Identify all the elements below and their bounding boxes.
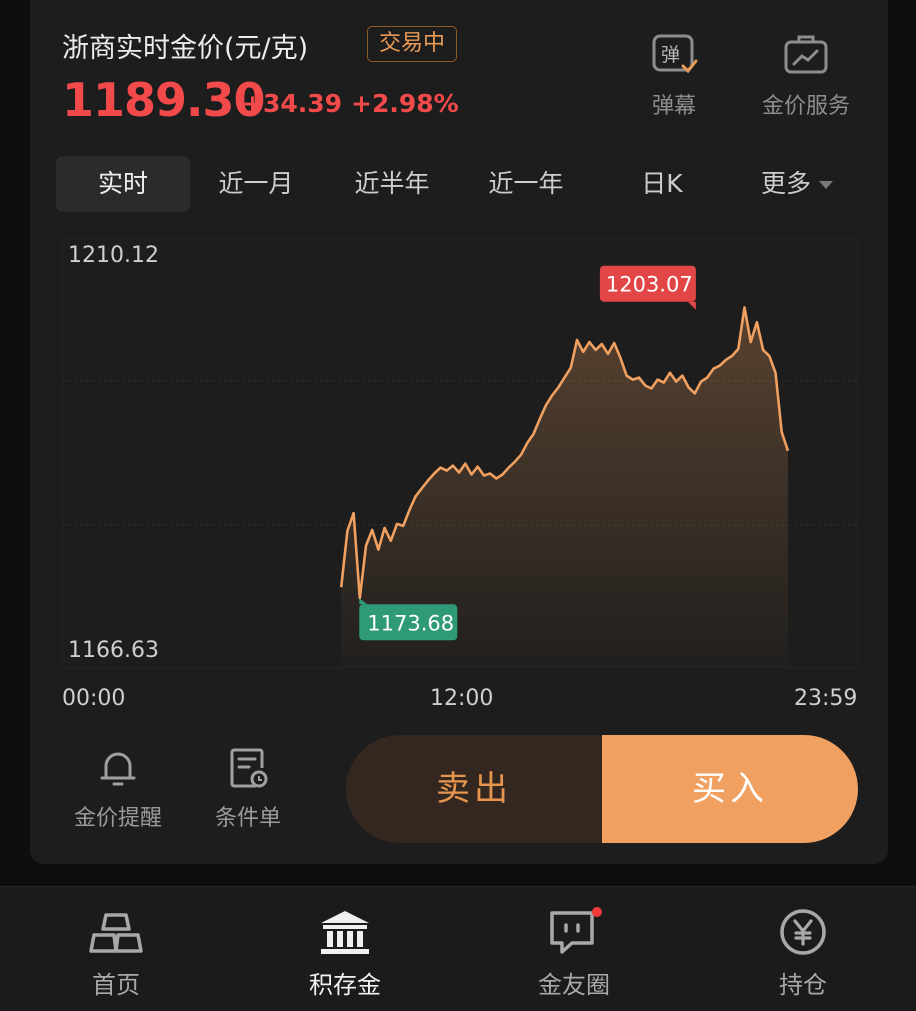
low-price-marker: 1173.68 — [359, 598, 458, 641]
buy-button[interactable]: 买入 — [602, 735, 858, 843]
nav-savings-gold[interactable]: 积存金 — [265, 907, 425, 1000]
bell-icon — [100, 752, 136, 786]
yen-circle-icon — [780, 909, 826, 955]
price-change-percent: +2.98% — [351, 89, 459, 118]
chevron-down-icon — [819, 181, 833, 189]
tab-1-month[interactable]: 近一月 — [190, 156, 322, 212]
low-price-label: 1173.68 — [367, 611, 454, 635]
high-price-marker: 1203.07 — [599, 265, 696, 310]
high-price-label: 1203.07 — [606, 273, 693, 297]
status-badge: 交易中 — [367, 26, 457, 62]
svg-text:弹: 弹 — [661, 44, 680, 66]
tab-more[interactable]: 更多 — [742, 156, 852, 212]
conditional-order-button[interactable]: 条件单 — [188, 746, 308, 832]
tab-6-months[interactable]: 近半年 — [326, 156, 458, 212]
price-alert-label: 金价提醒 — [73, 806, 162, 831]
price-change-absolute: +34.39 — [242, 89, 343, 118]
nav-gold-friends-label: 金友圈 — [538, 971, 610, 999]
trade-buttons: 卖出 买入 — [346, 735, 858, 843]
gold-bars-icon — [89, 913, 143, 953]
bottom-nav: 首页 积存金 金友圈 持仓 — [0, 886, 916, 1011]
tab-daily-k[interactable]: 日K — [606, 156, 718, 212]
danmaku-button[interactable]: 弹 弹幕 — [614, 32, 734, 120]
sell-button[interactable]: 卖出 — [346, 735, 602, 843]
danmaku-label: 弹幕 — [651, 94, 696, 119]
conditional-order-icon — [230, 748, 268, 788]
notification-badge — [592, 907, 602, 917]
x-axis-end-label: 23:59 — [794, 686, 858, 711]
x-axis-start-label: 00:00 — [62, 686, 126, 711]
nav-holdings[interactable]: 持仓 — [723, 907, 883, 1000]
bank-icon — [321, 911, 369, 954]
conditional-order-label: 条件单 — [214, 806, 281, 831]
x-axis-mid-label: 12:00 — [430, 686, 494, 711]
period-tabs: 实时 近一月 近半年 近一年 日K 更多 — [56, 156, 876, 212]
tab-more-label: 更多 — [760, 169, 811, 198]
nav-gold-friends[interactable]: 金友圈 — [494, 907, 654, 1000]
nav-home[interactable]: 首页 — [36, 907, 196, 1000]
nav-holdings-label: 持仓 — [779, 971, 827, 999]
y-axis-max-label: 1210.12 — [68, 243, 159, 268]
gold-service-button[interactable]: 金价服务 — [746, 32, 866, 120]
nav-savings-gold-label: 积存金 — [309, 971, 381, 999]
tab-realtime[interactable]: 实时 — [56, 156, 190, 212]
tab-1-year[interactable]: 近一年 — [460, 156, 592, 212]
briefcase-chart-icon — [784, 35, 828, 74]
price-alert-button[interactable]: 金价提醒 — [58, 746, 178, 832]
y-axis-min-label: 1166.63 — [68, 638, 159, 663]
page-title: 浙商实时金价(元/克) — [62, 33, 309, 64]
danmaku-icon: 弹 — [652, 34, 698, 74]
price-chart: 1203.07 1173.68 — [62, 238, 858, 668]
current-price: 1189.30 — [62, 73, 266, 127]
gold-service-label: 金价服务 — [761, 94, 850, 119]
nav-home-label: 首页 — [92, 971, 140, 999]
chat-bubble-icon — [550, 907, 602, 954]
